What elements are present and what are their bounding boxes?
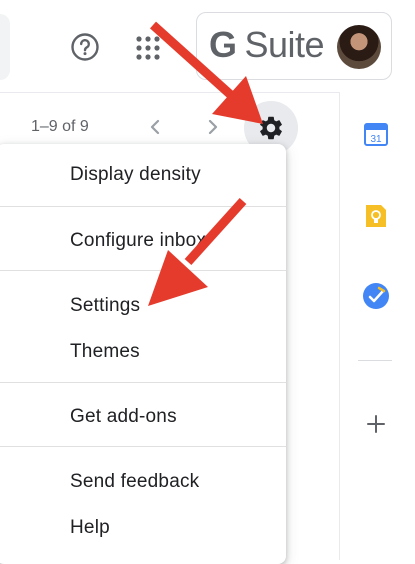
avatar[interactable] [337, 25, 381, 69]
apps-grid-icon [136, 36, 160, 60]
menu-item-display-density[interactable]: Display density [70, 164, 201, 186]
chevron-left-icon [150, 119, 160, 135]
help-button[interactable] [68, 30, 102, 64]
gsuite-logo: G Suite [209, 24, 325, 66]
menu-separator [0, 382, 286, 383]
calendar-button[interactable]: 31 [362, 120, 390, 148]
older-page-button[interactable] [146, 114, 166, 140]
search-bar[interactable] [0, 14, 10, 80]
menu-separator [0, 206, 286, 207]
tasks-icon [363, 283, 389, 309]
menu-item-configure-inbox[interactable]: Configure inbox [70, 230, 206, 252]
newer-page-button[interactable] [202, 114, 222, 140]
plus-icon [367, 415, 385, 433]
menu-item-themes[interactable]: Themes [70, 341, 140, 363]
keep-button[interactable] [362, 202, 390, 230]
menu-item-help[interactable]: Help [70, 517, 110, 539]
get-add-ons-button[interactable] [362, 410, 390, 438]
tasks-button[interactable] [362, 282, 390, 310]
gear-icon [260, 116, 282, 140]
menu-separator [0, 270, 286, 271]
menu-separator [0, 446, 286, 447]
help-circle-icon [71, 33, 99, 61]
keep-icon [366, 205, 386, 227]
menu-item-send-feedback[interactable]: Send feedback [70, 471, 199, 493]
account-chip[interactable]: G Suite [196, 12, 392, 80]
calendar-date: 31 [370, 134, 382, 145]
gsuite-logo-suite: Suite [244, 24, 325, 65]
gsuite-logo-g: G [209, 24, 237, 65]
side-panel-divider [358, 360, 392, 361]
calendar-icon: 31 [364, 123, 388, 146]
chevron-right-icon [208, 119, 218, 135]
menu-item-settings[interactable]: Settings [70, 295, 140, 317]
menu-item-get-add-ons[interactable]: Get add-ons [70, 406, 177, 428]
apps-button[interactable] [130, 30, 166, 66]
side-panel: 31 [339, 92, 415, 560]
settings-menu: Display density Configure inbox Settings… [0, 144, 286, 564]
pagination-count: 1–9 of 9 [31, 118, 89, 135]
